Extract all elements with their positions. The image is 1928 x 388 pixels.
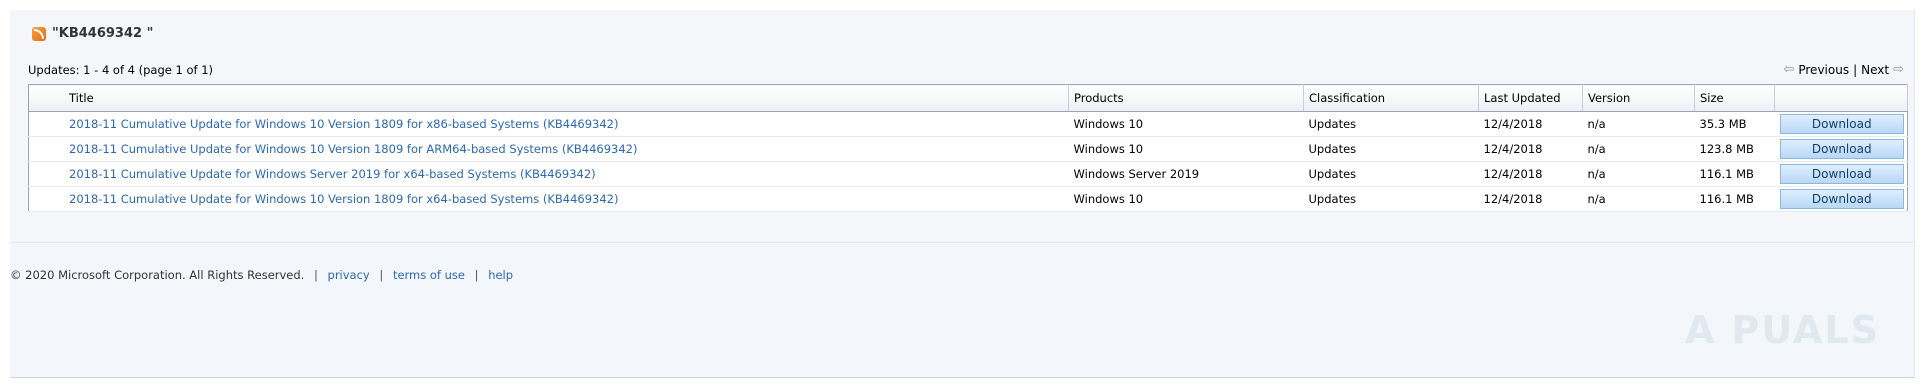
footer: © 2020 Microsoft Corporation. All Rights… [10,268,513,282]
cell-action: Download [1774,111,1908,137]
pager-separator: | [1853,62,1858,77]
column-header-action [1774,84,1908,112]
cell-last-updated: 12/4/2018 [1478,161,1583,187]
update-title-link[interactable]: 2018-11 Cumulative Update for Windows Se… [69,167,596,181]
search-query: "KB4469342 " [52,26,154,41]
help-link[interactable]: help [488,268,513,282]
cell-size: 123.8 MB [1694,136,1775,162]
table-row: 2018-11 Cumulative Update for Windows 10… [28,136,1908,162]
cell-title[interactable]: 2018-11 Cumulative Update for Windows 10… [28,136,1069,162]
footer-separator: | [379,268,384,282]
cell-title[interactable]: 2018-11 Cumulative Update for Windows 10… [28,111,1069,137]
cell-products: Windows 10 [1068,186,1304,212]
cell-classification: Updates [1303,186,1479,212]
cell-last-updated: 12/4/2018 [1478,111,1583,137]
cell-action: Download [1774,161,1908,187]
table-row: 2018-11 Cumulative Update for Windows 10… [28,186,1908,212]
cell-classification: Updates [1303,111,1479,137]
cell-size: 116.1 MB [1694,161,1775,187]
cell-size: 35.3 MB [1694,111,1775,137]
column-header-size[interactable]: Size [1694,84,1775,112]
rss-icon[interactable] [32,26,46,41]
download-button[interactable]: Download [1779,139,1904,159]
cell-products: Windows Server 2019 [1068,161,1304,187]
results-count: Updates: 1 - 4 of 4 (page 1 of 1) [28,63,214,77]
previous-arrow-icon[interactable]: ⇦ [1783,62,1794,77]
footer-separator: | [474,268,479,282]
cell-version: n/a [1582,186,1695,212]
update-title-link[interactable]: 2018-11 Cumulative Update for Windows 10… [69,117,619,131]
cell-last-updated: 12/4/2018 [1478,136,1583,162]
cell-products: Windows 10 [1068,136,1304,162]
table-header-row: Title Products Classification Last Updat… [28,84,1908,112]
copyright-text: © 2020 Microsoft Corporation. All Rights… [10,268,305,282]
terms-of-use-link[interactable]: terms of use [393,268,465,282]
download-button[interactable]: Download [1779,164,1904,184]
cell-version: n/a [1582,136,1695,162]
cell-classification: Updates [1303,136,1479,162]
cell-action: Download [1774,136,1908,162]
download-button[interactable]: Download [1779,189,1904,209]
cell-title[interactable]: 2018-11 Cumulative Update for Windows Se… [28,161,1069,187]
column-header-classification[interactable]: Classification [1303,84,1479,112]
cell-classification: Updates [1303,161,1479,187]
column-header-version[interactable]: Version [1582,84,1695,112]
pagination: ⇦ Previous | Next ⇨ [1783,62,1904,77]
privacy-link[interactable]: privacy [328,268,370,282]
cell-version: n/a [1582,111,1695,137]
column-header-products[interactable]: Products [1068,84,1304,112]
appuals-watermark-logo: A PUALS [1684,308,1880,352]
column-header-last-updated[interactable]: Last Updated [1478,84,1583,112]
cell-version: n/a [1582,161,1695,187]
table-row: 2018-11 Cumulative Update for Windows 10… [28,111,1908,137]
cell-action: Download [1774,186,1908,212]
cell-last-updated: 12/4/2018 [1478,186,1583,212]
download-button[interactable]: Download [1779,114,1904,134]
update-title-link[interactable]: 2018-11 Cumulative Update for Windows 10… [69,142,637,156]
updates-table: Title Products Classification Last Updat… [28,84,1908,212]
table-row: 2018-11 Cumulative Update for Windows Se… [28,161,1908,187]
next-link[interactable]: Next [1861,63,1889,77]
previous-link[interactable]: Previous [1798,63,1849,77]
search-results-panel: "KB4469342 " Updates: 1 - 4 of 4 (page 1… [10,10,1914,243]
update-title-link[interactable]: 2018-11 Cumulative Update for Windows 10… [69,192,619,206]
cell-title[interactable]: 2018-11 Cumulative Update for Windows 10… [28,186,1069,212]
column-header-title[interactable]: Title [28,84,1069,112]
page-container: "KB4469342 " Updates: 1 - 4 of 4 (page 1… [10,10,1915,378]
next-arrow-icon[interactable]: ⇨ [1893,62,1904,77]
cell-size: 116.1 MB [1694,186,1775,212]
cell-products: Windows 10 [1068,111,1304,137]
footer-separator: | [314,268,318,282]
query-header: "KB4469342 " [32,26,153,41]
